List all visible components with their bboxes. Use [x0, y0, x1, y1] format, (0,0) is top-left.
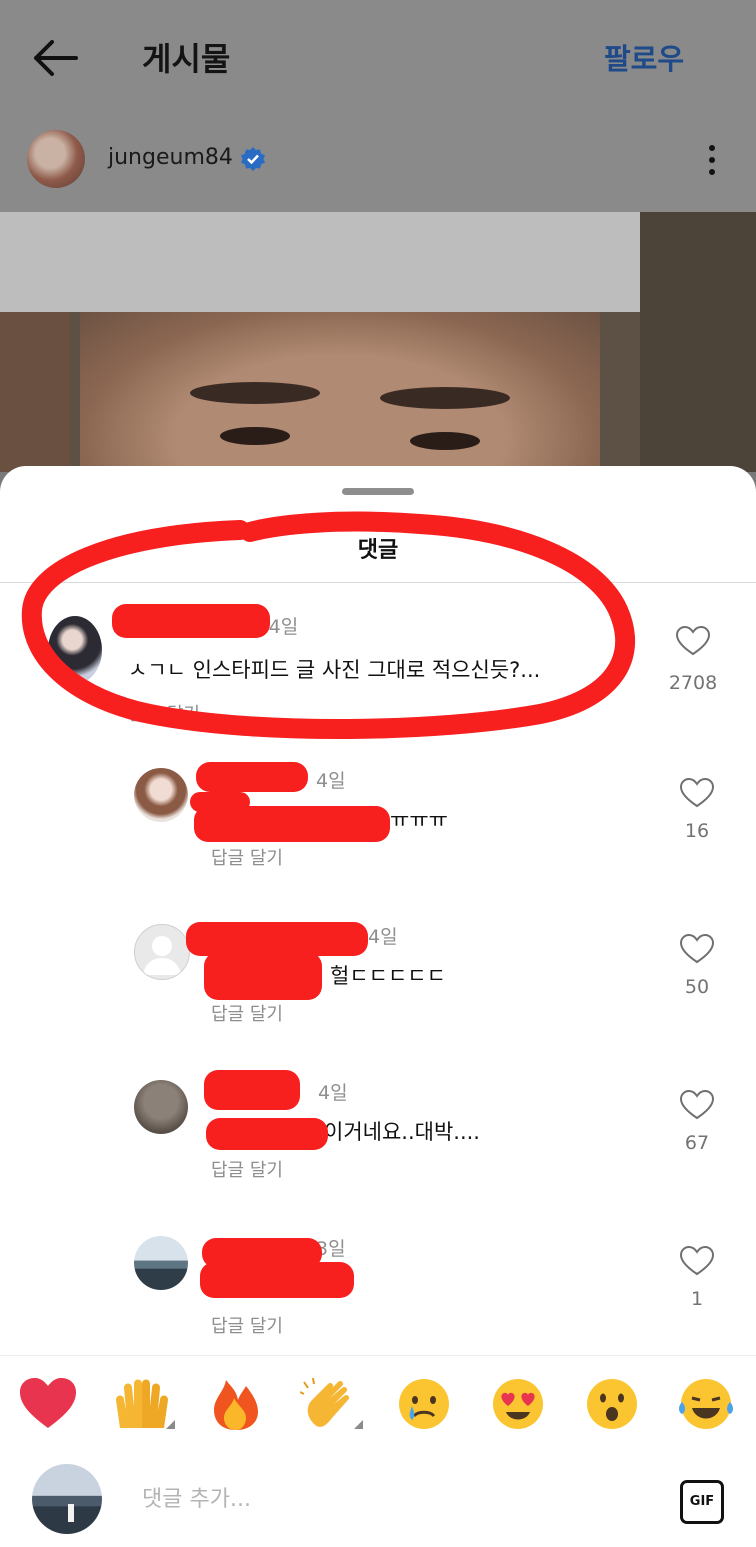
comment-input[interactable]	[140, 1476, 644, 1522]
comment-item: 4일 헐ㄷㄷㄷㄷㄷ 답글 달기 50	[0, 914, 756, 1044]
heart-icon[interactable]	[680, 934, 714, 964]
like-count: 1	[690, 1288, 704, 1310]
comment-text: ㅠㅠㅠ	[390, 808, 448, 832]
like-count: 67	[684, 1132, 710, 1154]
redaction-mark	[200, 1262, 354, 1298]
red-circle-annotation	[21, 511, 636, 739]
comment-text: 헐ㄷㄷㄷㄷㄷ	[330, 964, 446, 988]
redaction-mark	[206, 1118, 328, 1150]
more-vertical-icon[interactable]	[700, 142, 724, 178]
comment-time: 4일	[316, 770, 346, 792]
follow-button[interactable]: 팔로우	[604, 36, 684, 78]
comment-text: 이거네요..대박....	[324, 1120, 480, 1144]
drag-handle[interactable]	[342, 488, 414, 495]
tears-of-joy-emoji-icon[interactable]	[676, 1376, 736, 1432]
author-username[interactable]: jungeum84	[108, 145, 233, 170]
comment-time: 4일	[318, 1082, 348, 1104]
like-count: 16	[684, 820, 710, 842]
heart-icon[interactable]	[680, 1246, 714, 1276]
reply-button[interactable]: 답글 달기	[211, 844, 283, 870]
commenter-avatar[interactable]	[134, 1080, 188, 1134]
comment-time: 4일	[368, 926, 398, 948]
redaction-mark	[196, 762, 308, 792]
commenter-avatar[interactable]	[134, 1236, 188, 1290]
verified-badge-icon	[241, 147, 265, 171]
reply-button[interactable]: 답글 달기	[211, 1156, 283, 1182]
commenter-avatar[interactable]	[134, 924, 190, 980]
redaction-mark	[204, 952, 322, 1000]
heart-eyes-emoji-icon[interactable]	[488, 1376, 548, 1432]
comment-composer: GIF	[0, 1450, 756, 1547]
quick-reactions-bar	[0, 1355, 756, 1451]
raising-hands-emoji-icon[interactable]	[112, 1376, 175, 1432]
fire-emoji-icon[interactable]	[206, 1376, 266, 1432]
like-count: 50	[684, 976, 710, 998]
redaction-mark	[204, 1070, 300, 1110]
clapping-hands-emoji-icon[interactable]	[299, 1376, 363, 1432]
heart-emoji-icon[interactable]	[18, 1376, 78, 1432]
heart-icon[interactable]	[680, 778, 714, 808]
comment-item: 3일 답글 달기 1	[0, 1226, 756, 1356]
redaction-mark	[194, 806, 390, 842]
post-photo	[0, 212, 756, 472]
commenter-avatar[interactable]	[134, 768, 188, 822]
comment-item: 4일 이거네요..대박.... 답글 달기 67	[0, 1070, 756, 1200]
surprised-face-emoji-icon[interactable]	[582, 1376, 642, 1432]
back-button[interactable]	[28, 34, 84, 82]
reply-button[interactable]: 답글 달기	[211, 1312, 283, 1338]
default-avatar-icon	[143, 936, 181, 975]
arrow-left-icon	[34, 40, 78, 76]
heart-icon[interactable]	[680, 1090, 714, 1120]
redaction-mark	[186, 922, 368, 956]
my-avatar	[32, 1464, 102, 1534]
crying-face-emoji-icon[interactable]	[394, 1376, 454, 1432]
reply-button[interactable]: 답글 달기	[211, 1000, 283, 1026]
author-avatar[interactable]	[27, 130, 85, 188]
gif-button[interactable]: GIF	[680, 1480, 724, 1524]
page-title: 게시물	[142, 40, 231, 78]
